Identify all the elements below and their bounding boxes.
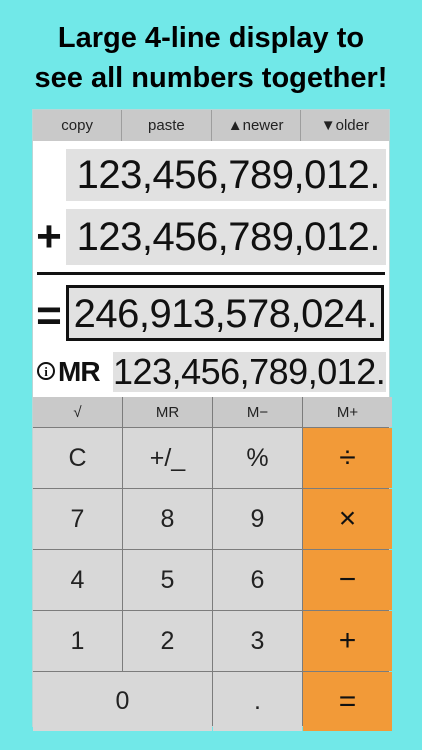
multiply-button[interactable]: × bbox=[303, 489, 392, 549]
minus-button[interactable]: − bbox=[303, 550, 392, 610]
headline-line-2: see all numbers together! bbox=[34, 62, 388, 94]
equals-button[interactable]: = bbox=[303, 672, 392, 731]
clear-button[interactable]: C bbox=[33, 428, 122, 488]
plus-minus-button[interactable]: +/_ bbox=[123, 428, 212, 488]
divide-button[interactable]: ÷ bbox=[303, 428, 392, 488]
toolbar: copy paste ▲newer ▼older bbox=[33, 110, 389, 142]
display-line-1: 123,456,789,012. bbox=[66, 149, 386, 201]
calculator-screen: copy paste ▲newer ▼older 123,456,789,012… bbox=[33, 110, 392, 731]
memory-plus-button[interactable]: M+ bbox=[303, 397, 392, 427]
display-line-2: 123,456,789,012. bbox=[66, 209, 386, 265]
digit-6-button[interactable]: 6 bbox=[213, 550, 302, 610]
memory-display: 123,456,789,012. bbox=[113, 351, 386, 392]
memory-recall-button[interactable]: MR bbox=[123, 397, 212, 427]
paste-button[interactable]: paste bbox=[122, 110, 212, 141]
info-icon[interactable]: i bbox=[37, 362, 55, 380]
memory-minus-button[interactable]: M− bbox=[213, 397, 302, 427]
sum-divider bbox=[37, 272, 385, 275]
memory-label: MR bbox=[58, 356, 101, 387]
copy-button[interactable]: copy bbox=[33, 110, 123, 141]
result-display: 246,913,578,024. bbox=[66, 285, 384, 341]
digit-2-button[interactable]: 2 bbox=[123, 611, 212, 671]
digit-9-button[interactable]: 9 bbox=[213, 489, 302, 549]
sqrt-button[interactable]: √ bbox=[33, 397, 122, 427]
newer-button[interactable]: ▲newer bbox=[212, 110, 301, 141]
digit-0-button[interactable]: 0 bbox=[33, 672, 212, 731]
digit-5-button[interactable]: 5 bbox=[123, 550, 212, 610]
headline: Large 4-line display to see all numbers … bbox=[0, 18, 422, 98]
decimal-button[interactable]: . bbox=[213, 672, 302, 731]
keypad: √ MR M− M+ C +/_ % ÷ 7 8 9 × 4 5 6 − 1 2… bbox=[33, 397, 392, 731]
digit-4-button[interactable]: 4 bbox=[33, 550, 122, 610]
display-panel: 123,456,789,012. + 123,456,789,012. = 24… bbox=[33, 141, 389, 396]
plus-operator-sign: + bbox=[36, 212, 62, 261]
older-button[interactable]: ▼older bbox=[301, 110, 389, 141]
headline-line-1: Large 4-line display to bbox=[57, 22, 365, 54]
digit-1-button[interactable]: 1 bbox=[33, 611, 122, 671]
equals-sign: = bbox=[36, 291, 62, 340]
digit-8-button[interactable]: 8 bbox=[123, 489, 212, 549]
digit-7-button[interactable]: 7 bbox=[33, 489, 122, 549]
plus-button[interactable]: + bbox=[303, 611, 392, 671]
memory-row: i MR 123,456,789,012. bbox=[33, 351, 389, 393]
digit-3-button[interactable]: 3 bbox=[213, 611, 302, 671]
percent-button[interactable]: % bbox=[213, 428, 302, 488]
